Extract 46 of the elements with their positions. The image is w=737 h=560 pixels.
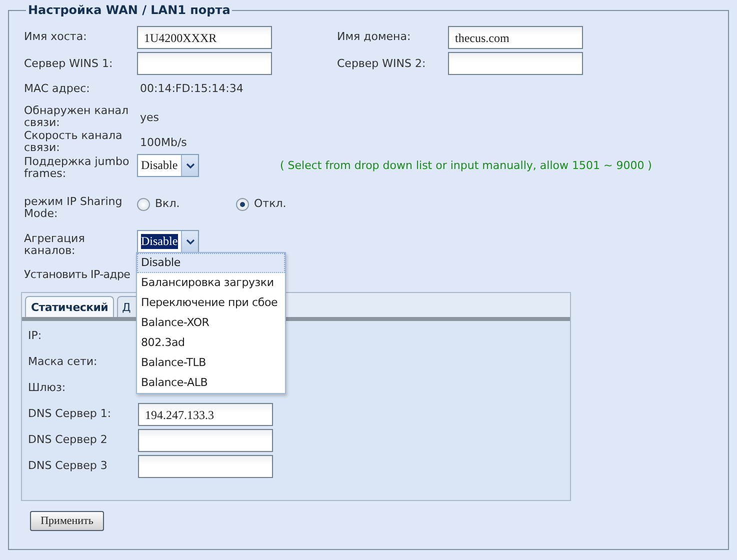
dns-server-field[interactable] [138,428,273,452]
host-name-field[interactable]: 1U4200XXXR [137,26,272,48]
field-label: DNS Сервер 3 [28,458,108,474]
field-label: IP: [28,328,43,344]
apply-button[interactable]: Применить [30,511,104,531]
radio-option[interactable]: Вкл. [137,196,236,212]
field-label: DNS Сервер 1: [28,406,112,422]
field-label: Установить IP-адре [24,266,130,283]
wins-server-field[interactable] [448,52,583,75]
dropdown-option[interactable]: 802.3ad [137,333,285,353]
domain-name-field[interactable]: thecus.com [448,26,583,48]
radio-option[interactable]: Откл. [236,196,286,212]
mac-address: 00:14:FD:15:14:34 [140,80,244,97]
dropdown-option[interactable]: Balance-XOR [137,313,285,333]
field-label: Поддержка jumbo frames: [24,156,130,180]
aggregation-select[interactable]: Disable [137,230,199,253]
hint-text: ( Select from drop down list or input manually, allow 1501 ~ 9000 ) [280,158,652,174]
dropdown-option[interactable]: Балансировка загрузки [137,273,285,293]
field-label: Сервер WINS 1: [24,58,114,70]
field-label: Агрегация каналов: [24,233,86,257]
field-label: Маска сети: [28,354,98,370]
chevron-down-icon [186,238,194,244]
jumbo-frames-select[interactable]: Disable [137,154,199,177]
field-label: Скорость канала связи: [24,130,124,154]
field-label: Шлюз: [28,380,67,396]
tab[interactable]: Статический [25,296,114,317]
link-status: yes [140,110,160,126]
radio-icon[interactable] [236,198,249,211]
dropdown-option[interactable]: Balance-TLB [137,353,285,373]
dns-server-field[interactable] [138,454,273,478]
field-label: DNS Сервер 2 [28,432,108,448]
link-speed: 100Mb/s [140,135,187,152]
section-title: Настройка WAN / LAN1 порта [27,2,232,18]
field-label: режим IP Sharing Mode: [24,196,124,220]
field-label: Обнаружен канал связи: [24,104,130,128]
wins-server-field[interactable] [137,52,272,75]
dropdown-option[interactable]: Disable [137,253,285,273]
dropdown-option[interactable]: Balance-ALB [137,373,285,393]
chevron-down-icon [186,162,194,168]
field-label: Имя хоста: [24,31,88,43]
field-label: Сервер WINS 2: [337,58,427,70]
radio-icon[interactable] [137,198,150,211]
field-label: Имя домена: [337,31,412,43]
field-label: MAC адрес: [24,83,91,95]
dropdown-option[interactable]: Переключение при сбое [137,293,285,313]
dns-server-field[interactable]: 194.247.133.3 [138,402,273,426]
